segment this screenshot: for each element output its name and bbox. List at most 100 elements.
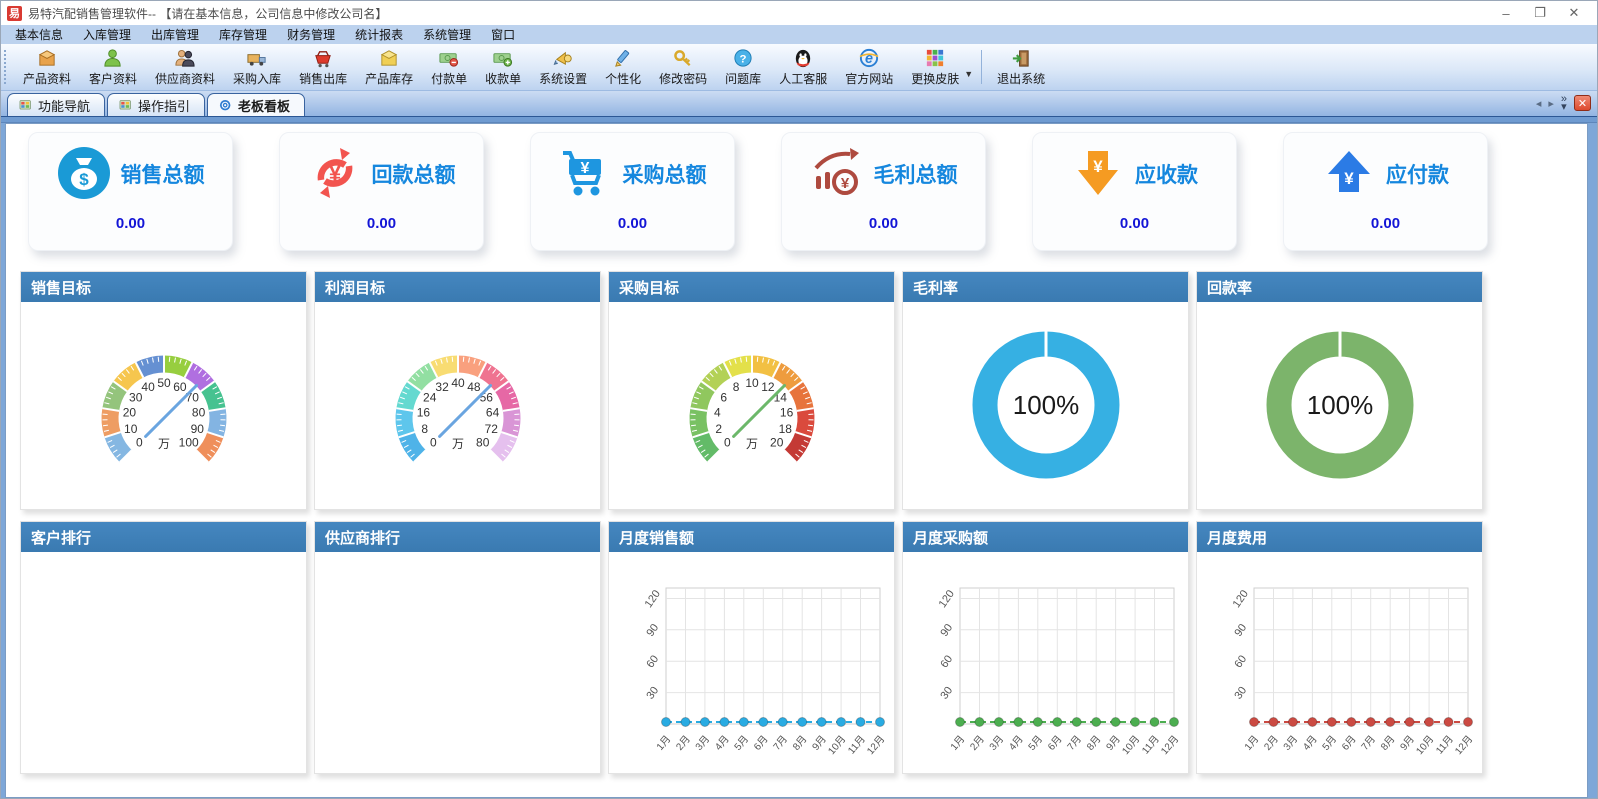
- svg-text:60: 60: [1232, 653, 1249, 670]
- window-title: 易特汽配销售管理软件-- 【请在基本信息，公司信息中修改公司名】: [28, 6, 388, 21]
- svg-text:1月: 1月: [948, 733, 967, 753]
- svg-text:80: 80: [191, 405, 205, 419]
- toolbar-button-1[interactable]: 客户资料: [80, 46, 146, 88]
- svg-text:11月: 11月: [1139, 733, 1161, 756]
- menu-item-1[interactable]: 入库管理: [73, 24, 141, 45]
- svg-text:?: ?: [740, 53, 747, 65]
- tab-scroll-left-icon[interactable]: ◂: [1536, 97, 1542, 110]
- toolbar-button-7[interactable]: 收款单: [476, 46, 530, 88]
- menu-item-4[interactable]: 财务管理: [277, 24, 345, 45]
- dashboard-icon: [219, 99, 231, 110]
- maximize-icon[interactable]: ❐: [1523, 2, 1557, 24]
- toolbar-button-14[interactable]: 更换皮肤: [902, 46, 968, 88]
- toolbar: 产品资料 客户资料 供应商资料 采购入库 销售出库 产品库存 付款单 收款单 系统设置 个性化 修改…: [1, 44, 1597, 91]
- minimize-icon[interactable]: –: [1489, 2, 1523, 24]
- tab-more-icon[interactable]: » ▾: [1561, 94, 1567, 113]
- menu-item-2[interactable]: 出库管理: [141, 24, 209, 45]
- toolbar-button-label: 客户资料: [89, 72, 138, 86]
- website-icon: e: [859, 48, 879, 68]
- toolbar-button-2[interactable]: 供应商资料: [146, 46, 224, 88]
- toolbar-button-0[interactable]: 产品资料: [14, 46, 80, 88]
- tab-功能导航[interactable]: 功能导航: [7, 93, 106, 116]
- svg-text:0: 0: [723, 435, 730, 449]
- toolbar-button-12[interactable]: 人工客服: [770, 46, 836, 88]
- customer-icon: [104, 49, 121, 67]
- kpi-card-value: 0.00: [115, 215, 146, 232]
- toolbar-button-label: 产品资料: [23, 72, 72, 86]
- svg-text:10: 10: [745, 376, 759, 390]
- skin-dropdown-caret[interactable]: ▼: [964, 69, 973, 79]
- line-chart: 30 60 90 120 1月 2月 3月 4月 5月 6月 7月 8月 9月 10月 11月 12月: [609, 552, 894, 773]
- personalize-icon: [615, 50, 630, 67]
- toolbar-button-15[interactable]: 退出系统: [988, 46, 1054, 88]
- tab-close-button[interactable]: ✕: [1574, 95, 1591, 111]
- svg-text:16: 16: [416, 405, 430, 419]
- svg-text:12月: 12月: [1159, 733, 1182, 757]
- svg-text:30: 30: [1232, 684, 1249, 701]
- toolbar-button-11[interactable]: ? 问题库: [716, 46, 770, 88]
- svg-text:¥: ¥: [328, 161, 341, 186]
- panel-row-2: 客户排行 供应商排行 月度销售额 30 60 90 120 1月 2月 3月 4月 5月 6月 7月 8月 9…: [20, 521, 1587, 774]
- panel-月度销售额: 月度销售额 30 60 90 120 1月 2月 3月 4月 5月 6月 7月 8月 9月 10月 11月 12…: [608, 521, 895, 774]
- toolbar-button-label: 更换皮肤: [911, 72, 960, 86]
- close-icon[interactable]: ✕: [1557, 2, 1591, 24]
- line-chart: 30 60 90 120 1月 2月 3月 4月 5月 6月 7月 8月 9月 10月 11月 12月: [903, 552, 1188, 773]
- kpi-card-value: 0.00: [868, 215, 899, 232]
- kpi-card-3: ¥ 毛利总额 0.00: [781, 132, 986, 251]
- svg-text:0: 0: [429, 435, 436, 449]
- svg-text:2月: 2月: [1262, 733, 1281, 753]
- toolbar-button-label: 销售出库: [299, 72, 348, 86]
- kpi-card-label: 应收款: [1135, 164, 1198, 187]
- kpi-card-2: ¥ 采购总额 0.00: [530, 132, 735, 251]
- svg-text:3月: 3月: [693, 733, 712, 753]
- svg-text:1月: 1月: [654, 733, 673, 753]
- tab-操作指引[interactable]: 操作指引: [107, 93, 206, 116]
- svg-text:90: 90: [644, 621, 661, 638]
- toolbar-button-label: 付款单: [431, 72, 468, 86]
- kpi-card-label: 毛利总额: [873, 164, 958, 187]
- panel-title: 月度采购额: [903, 522, 1188, 552]
- toolbar-button-4[interactable]: 销售出库: [290, 46, 356, 88]
- toolbar-button-label: 系统设置: [539, 72, 588, 86]
- exit-icon: [1013, 50, 1029, 67]
- menu-item-5[interactable]: 统计报表: [345, 24, 413, 45]
- tab-bar: 功能导航 操作指引 老板看板 ◂ ▸ » ▾ ✕: [1, 91, 1597, 117]
- menu-item-7[interactable]: 窗口: [481, 24, 525, 45]
- toolbar-button-8[interactable]: 系统设置: [530, 46, 596, 88]
- menu-item-6[interactable]: 系统管理: [413, 24, 481, 45]
- svg-text:90: 90: [190, 421, 204, 435]
- tab-老板看板[interactable]: 老板看板: [207, 93, 306, 116]
- qq-service-icon: [796, 49, 811, 68]
- kpi-card-value: 0.00: [617, 215, 648, 232]
- svg-text:120: 120: [643, 588, 663, 610]
- menu-item-3[interactable]: 库存管理: [209, 24, 277, 45]
- panel-供应商排行: 供应商排行: [314, 521, 601, 774]
- nav-map-icon: [119, 99, 131, 109]
- receipt-note-icon: [493, 53, 513, 67]
- svg-text:72: 72: [484, 421, 498, 435]
- toolbar-button-label: 收款单: [485, 72, 522, 86]
- svg-text:5月: 5月: [732, 733, 751, 753]
- panel-row-1: 销售目标 0 10 20 30 40 50 60 70 80 90 100 万利润目标 0 8 16 24 32 4…: [20, 271, 1587, 510]
- tab-scroll-right-icon[interactable]: ▸: [1548, 97, 1554, 110]
- svg-text:90: 90: [938, 621, 955, 638]
- svg-text:8月: 8月: [1378, 733, 1397, 753]
- purchase-truck-icon: [247, 54, 266, 66]
- payment-note-icon: [439, 53, 459, 67]
- toolbar-button-6[interactable]: 付款单: [422, 46, 476, 88]
- toolbar-button-9[interactable]: 个性化: [596, 46, 650, 88]
- toolbar-button-5[interactable]: 产品库存: [356, 46, 422, 88]
- toolbar-button-3[interactable]: 采购入库: [224, 46, 290, 88]
- svg-text:7月: 7月: [1359, 733, 1378, 753]
- svg-text:6月: 6月: [1339, 733, 1358, 753]
- menu-item-0[interactable]: 基本信息: [5, 24, 73, 45]
- svg-text:4: 4: [714, 405, 721, 419]
- toolbar-button-label: 官方网站: [845, 72, 894, 86]
- kpi-card-5: ¥ 应付款 0.00: [1283, 132, 1488, 251]
- svg-text:10月: 10月: [1120, 733, 1143, 757]
- toolbar-button-13[interactable]: e 官方网站: [836, 46, 902, 88]
- svg-text:10月: 10月: [826, 733, 849, 757]
- svg-text:0: 0: [135, 435, 142, 449]
- toolbar-button-label: 修改密码: [659, 72, 708, 86]
- toolbar-button-10[interactable]: 修改密码: [650, 46, 716, 88]
